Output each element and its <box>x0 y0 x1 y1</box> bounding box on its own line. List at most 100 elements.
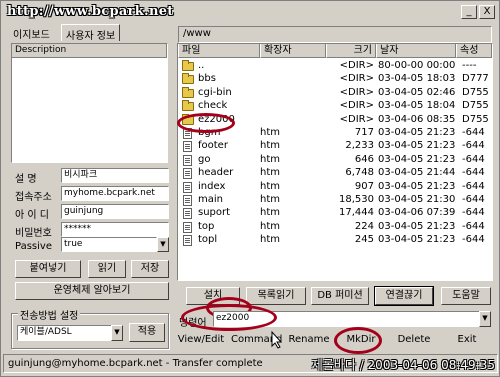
passive-dropdown-button[interactable]: ▼ <box>157 237 169 252</box>
file-ext: htm <box>260 167 280 179</box>
file-date: 80-00-00 00:00 <box>378 60 456 71</box>
file-size: 245 <box>354 234 374 246</box>
file-attr: -644 <box>462 180 485 192</box>
file-row[interactable]: footer htm 2,233 03-04-05 21:23 -644 <box>178 139 492 153</box>
file-date: 03-04-05 21:23 <box>378 140 456 152</box>
title-bar: http://www.bcpark.net _ X <box>3 3 498 21</box>
transfer-dropdown-button[interactable]: ▼ <box>111 325 123 341</box>
field-label-description: 설 명 <box>15 174 37 185</box>
folder-icon <box>182 100 194 112</box>
file-size: <DIR> <box>339 86 374 98</box>
field-label-password: 비밀번호 <box>15 228 52 239</box>
help-button[interactable]: 도움말 <box>441 287 491 305</box>
file-date: 03-04-05 21:30 <box>378 194 456 205</box>
file-icon <box>183 221 192 233</box>
paste-button[interactable]: 붙여넣기 <box>15 260 81 278</box>
field-label-userid: 아 이 디 <box>15 210 49 221</box>
file-row[interactable]: main htm 18,530 03-04-05 21:30 -644 <box>178 193 492 207</box>
command-dropdown-button[interactable]: ▼ <box>479 311 491 327</box>
file-row[interactable]: cgi-bin <DIR> 03-04-05 02:46 D755 <box>178 86 492 100</box>
file-date: 03-04-06 08:35 <box>378 113 456 125</box>
file-attr: -644 <box>462 234 485 246</box>
file-icon <box>183 235 192 247</box>
file-attr: -644 <box>462 167 485 179</box>
file-size: 646 <box>354 153 374 165</box>
file-row[interactable]: bbs <DIR> 03-04-05 18:03 D777 <box>178 72 492 86</box>
os-detect-button[interactable]: 운영체제 알아보기 <box>15 282 169 300</box>
column-header-attr[interactable]: 속성 <box>456 44 492 58</box>
file-icon <box>183 141 192 153</box>
remote-path[interactable]: /www <box>178 26 492 43</box>
description-field[interactable]: 비시파크 <box>61 168 169 183</box>
chevron-down-icon: ▼ <box>482 314 488 322</box>
file-ext: htm <box>260 207 280 219</box>
column-header-size[interactable]: 크기 <box>326 44 376 58</box>
file-ext: htm <box>260 194 280 205</box>
file-row[interactable]: header htm 6,748 03-04-05 21:44 -644 <box>178 166 492 180</box>
file-size: <DIR> <box>339 60 374 71</box>
description-box: Description <box>11 43 168 163</box>
tab-exit[interactable]: Exit <box>445 333 489 350</box>
file-list-header: 파일 확장자 크기 날자 속성 <box>178 44 492 58</box>
file-name: go <box>198 153 211 165</box>
tab-delete[interactable]: Delete <box>389 333 439 350</box>
file-name: cgi-bin <box>198 86 232 98</box>
file-name: footer <box>198 140 228 152</box>
file-name: bbs <box>198 73 216 85</box>
file-icon <box>183 195 192 206</box>
file-attr: -644 <box>462 127 485 138</box>
file-row[interactable]: top htm 224 03-04-05 21:23 -644 <box>178 220 492 234</box>
file-date: 03-04-05 18:03 <box>378 73 456 85</box>
password-field[interactable]: ****** <box>61 222 169 237</box>
file-attr: -644 <box>462 220 485 232</box>
column-header-file[interactable]: 파일 <box>178 44 260 58</box>
tab-rename[interactable]: Rename <box>285 333 333 350</box>
file-name: index <box>198 180 226 192</box>
file-attr: -644 <box>462 140 485 152</box>
userid-field[interactable]: guinjung <box>61 204 169 219</box>
file-row[interactable]: go htm 646 03-04-05 21:23 -644 <box>178 153 492 167</box>
tab-view-edit[interactable]: View/Edit <box>177 333 225 350</box>
file-date: 03-04-05 18:04 <box>378 100 456 112</box>
file-ext: htm <box>260 140 280 152</box>
column-header-ext[interactable]: 확장자 <box>260 44 326 58</box>
file-attr: D755 <box>462 100 489 112</box>
column-header-date[interactable]: 날자 <box>376 44 456 58</box>
file-icon <box>183 168 192 180</box>
file-row[interactable]: index htm 907 03-04-05 21:23 -644 <box>178 180 492 194</box>
disconnect-button[interactable]: 연결끊기 <box>374 286 434 306</box>
highlight-circle-mkdir <box>334 327 382 354</box>
file-row[interactable]: topl htm 245 03-04-05 21:23 -644 <box>178 233 492 247</box>
file-attr: D755 <box>462 113 489 125</box>
close-button[interactable]: X <box>479 5 495 19</box>
apply-button[interactable]: 적용 <box>129 323 165 342</box>
field-label-host: 접속주소 <box>15 192 52 203</box>
tab-user-info[interactable]: 사용자 정보 <box>61 24 121 42</box>
file-size: 18,530 <box>339 194 374 205</box>
tab-easyboard[interactable]: 이지보드 <box>9 24 54 41</box>
file-row[interactable]: check <DIR> 03-04-05 18:04 D755 <box>178 99 492 113</box>
minimize-button[interactable]: _ <box>461 5 477 19</box>
file-attr: D777 <box>462 73 489 85</box>
read-button[interactable]: 읽기 <box>88 260 126 278</box>
file-name: topl <box>198 234 218 246</box>
file-row[interactable]: .. <DIR> 80-00-00 00:00 ---- <box>178 59 492 73</box>
list-read-button[interactable]: 목록읽기 <box>246 287 306 305</box>
chevron-down-icon: ▼ <box>160 240 166 248</box>
file-size: <DIR> <box>339 100 374 112</box>
file-list[interactable]: 파일 확장자 크기 날자 속성 .. <DIR> 80-00-00 00:00 ---… <box>177 43 493 281</box>
host-field[interactable]: myhome.bcpark.net <box>61 186 169 201</box>
window-title: http://www.bcpark.net <box>7 4 174 19</box>
file-date: 03-04-05 02:46 <box>378 86 456 98</box>
transfer-method-select[interactable]: 케이블/ADSL <box>17 325 113 341</box>
file-row[interactable]: suport htm 17,444 03-04-06 07:39 -644 <box>178 206 492 220</box>
folder-icon <box>182 86 194 98</box>
file-date: 03-04-05 21:23 <box>378 127 456 138</box>
save-button[interactable]: 저장 <box>131 260 169 278</box>
file-size: <DIR> <box>339 113 374 125</box>
file-ext: htm <box>260 180 280 192</box>
db-permission-button[interactable]: DB 퍼미션 <box>311 287 369 305</box>
passive-select[interactable]: true <box>61 237 157 252</box>
folder-icon <box>182 60 194 71</box>
file-attr: D755 <box>462 86 489 98</box>
